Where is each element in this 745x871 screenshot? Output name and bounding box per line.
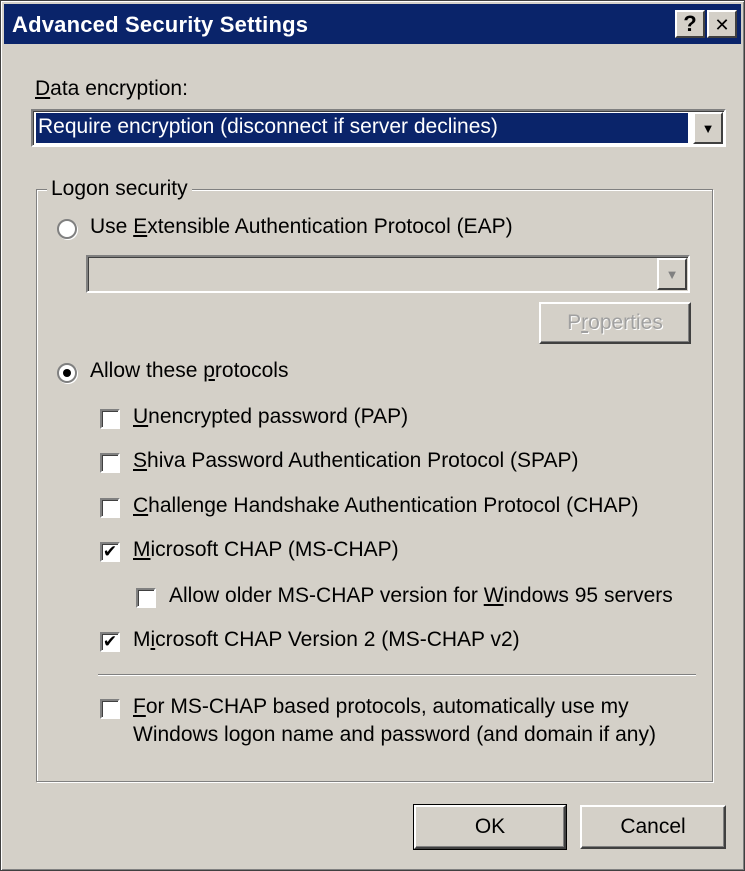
allow-protocols-radio[interactable]	[57, 363, 77, 383]
older-ms-chap-label: Allow older MS-CHAP version for Windows …	[169, 584, 673, 607]
window-title: Advanced Security Settings	[12, 12, 309, 37]
chevron-down-icon[interactable]: ▼	[657, 258, 687, 290]
logon-security-title: Logon security	[47, 177, 192, 201]
chap-checkbox[interactable]	[100, 498, 120, 518]
help-button[interactable]: ?	[675, 10, 705, 38]
chevron-down-icon[interactable]: ▼	[693, 112, 723, 144]
close-icon: ✕	[714, 15, 730, 35]
chap-label: Challenge Handshake Authentication Proto…	[133, 494, 639, 517]
allow-protocols-label: Allow these protocols	[90, 359, 289, 382]
checkmark-icon: ✔	[102, 542, 118, 561]
data-encryption-dropdown[interactable]: Require encryption (disconnect if server…	[31, 109, 726, 147]
pap-checkbox[interactable]	[100, 409, 120, 429]
spap-label: Shiva Password Authentication Protocol (…	[133, 449, 579, 472]
data-encryption-selected-value: Require encryption (disconnect if server…	[36, 113, 688, 143]
data-encryption-label: Data encryption:	[35, 77, 188, 100]
eap-radio[interactable]	[57, 219, 77, 239]
properties-label: Properties	[567, 311, 663, 334]
ok-label: OK	[474, 815, 506, 838]
auto-logon-label-line2: Windows logon name and password (and dom…	[133, 723, 656, 746]
title-bar[interactable]: Advanced Security Settings ? ✕	[4, 4, 741, 44]
ok-button[interactable]: OK	[413, 804, 567, 850]
eap-label: Use Extensible Authentication Protocol (…	[90, 215, 513, 238]
eap-type-dropdown[interactable]: ▼	[86, 255, 690, 293]
auto-logon-checkbox[interactable]	[100, 699, 120, 719]
radio-selected-dot	[63, 369, 71, 377]
auto-logon-label-line1: For MS-CHAP based protocols, automatical…	[133, 695, 629, 718]
ms-chap-checkbox[interactable]: ✔	[100, 542, 120, 562]
help-icon: ?	[683, 11, 697, 36]
ms-chap-label: Microsoft CHAP (MS-CHAP)	[133, 538, 399, 561]
separator-line	[98, 674, 696, 676]
cancel-button[interactable]: Cancel	[580, 805, 726, 849]
spap-checkbox[interactable]	[100, 453, 120, 473]
older-ms-chap-checkbox[interactable]	[136, 588, 156, 608]
ms-chap-v2-label: Microsoft CHAP Version 2 (MS-CHAP v2)	[133, 628, 520, 651]
close-button[interactable]: ✕	[707, 10, 737, 38]
cancel-label: Cancel	[620, 815, 686, 838]
pap-label: Unencrypted password (PAP)	[133, 405, 409, 428]
properties-button[interactable]: Properties	[539, 302, 691, 344]
advanced-security-settings-dialog: Advanced Security Settings ? ✕ Data encr…	[0, 0, 745, 871]
ms-chap-v2-checkbox[interactable]: ✔	[100, 632, 120, 652]
checkmark-icon: ✔	[102, 632, 118, 651]
